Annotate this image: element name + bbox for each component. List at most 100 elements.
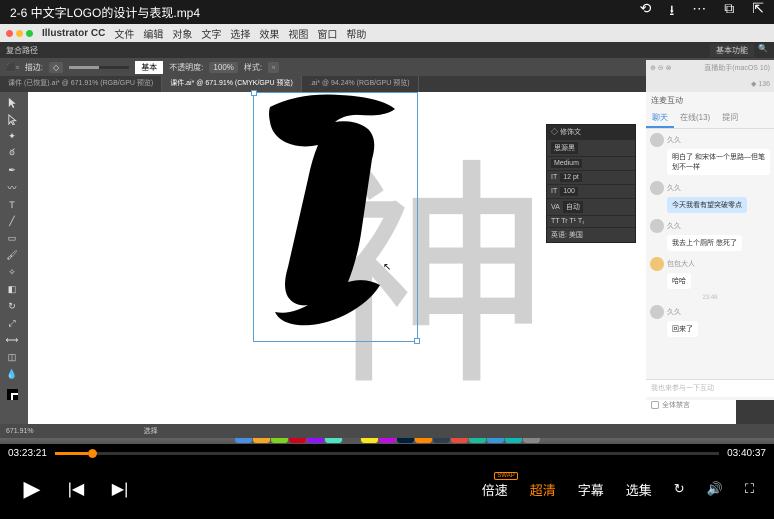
avatar bbox=[650, 133, 664, 147]
lasso-tool[interactable]: ఠ bbox=[0, 145, 24, 162]
menu-help[interactable]: 帮助 bbox=[346, 26, 366, 41]
player-controls: ▶ |◀ ▶| SWAP 倍速 超清 字幕 选集 ↻ 🔊 ⛶ bbox=[0, 462, 774, 516]
tracking-value[interactable]: 自动 bbox=[563, 201, 583, 213]
menu-object[interactable]: 对象 bbox=[172, 26, 192, 41]
episodes-button[interactable]: 选集 bbox=[626, 480, 652, 499]
subtitle-button[interactable]: 字幕 bbox=[578, 480, 604, 499]
font-weight[interactable]: Medium bbox=[551, 159, 582, 168]
mute-all-checkbox[interactable] bbox=[651, 401, 659, 409]
workspace-dropdown[interactable]: 基本功能 bbox=[710, 44, 754, 57]
direct-selection-tool[interactable] bbox=[0, 111, 24, 128]
current-time: 03:23:21 bbox=[8, 448, 47, 459]
message-timestamp: 23:48 bbox=[650, 295, 770, 301]
leading-value[interactable]: 100 bbox=[560, 187, 578, 196]
magic-wand-tool[interactable]: ✦ bbox=[0, 128, 24, 145]
close-dot[interactable] bbox=[6, 30, 13, 37]
stroke-label: 描边: bbox=[25, 62, 43, 73]
chat-message: 包包大人 哈哈 bbox=[650, 257, 770, 289]
opacity-label: 不透明度: bbox=[169, 62, 203, 73]
progress-fill bbox=[55, 452, 88, 455]
chat-panel: ⊕ ⊖ ⊗ 直播助手(macOS 10) ◆ 136 连麦互动 聊天 在线(13… bbox=[646, 60, 774, 400]
stroke-slider[interactable] bbox=[69, 66, 129, 69]
no-selection-label: ⬛▫ bbox=[6, 63, 19, 72]
menu-window[interactable]: 窗口 bbox=[317, 26, 337, 41]
selection-tool[interactable] bbox=[0, 94, 24, 111]
maximize-dot[interactable] bbox=[26, 30, 33, 37]
brush-tool[interactable]: 🖌 bbox=[0, 247, 24, 264]
prev-button[interactable]: |◀ bbox=[64, 479, 88, 499]
progress-bar[interactable] bbox=[55, 452, 719, 455]
app-name: Illustrator CC bbox=[42, 28, 105, 39]
gradient-tool[interactable]: ◫ bbox=[0, 349, 24, 366]
message-text: 明白了 和宋体一个思路—但笔划不一样 bbox=[667, 149, 770, 175]
language-select[interactable]: 英语: 美国 bbox=[551, 230, 583, 240]
speed-button[interactable]: SWAP 倍速 bbox=[482, 480, 508, 499]
progress-handle[interactable] bbox=[88, 449, 97, 458]
scale-tool[interactable]: ⤢ bbox=[0, 315, 24, 332]
eraser-tool[interactable]: ◧ bbox=[0, 281, 24, 298]
menu-select[interactable]: 选择 bbox=[230, 26, 250, 41]
cursor-icon: ↖ bbox=[383, 262, 391, 273]
chat-input[interactable]: 我也来参与一下互动 bbox=[646, 379, 774, 397]
avatar bbox=[650, 219, 664, 233]
panel-title[interactable]: ◇ 修饰文 bbox=[547, 125, 635, 139]
avatar bbox=[650, 305, 664, 319]
chat-message: 久久 明白了 和宋体一个思路—但笔划不一样 bbox=[650, 133, 770, 175]
fill-stroke-swatch[interactable] bbox=[0, 383, 24, 405]
chat-header-title: 直播助手(macOS 10) bbox=[704, 63, 770, 73]
quality-button[interactable]: 超清 bbox=[530, 480, 556, 499]
chat-tab-chat[interactable]: 聊天 bbox=[646, 109, 674, 128]
play-button[interactable]: ▶ bbox=[20, 476, 44, 502]
rectangle-tool[interactable]: ▭ bbox=[0, 230, 24, 247]
chat-tab-online[interactable]: 在线(13) bbox=[674, 109, 716, 128]
path-type-label: 复合路径 bbox=[6, 45, 38, 56]
stroke-weight[interactable]: ◇ bbox=[49, 62, 63, 73]
mac-menubar: Illustrator CC 文件 编辑 对象 文字 选择 效果 视图 窗口 帮… bbox=[0, 24, 774, 42]
tab-0[interactable]: 课件 (已恢复).ai* @ 671.91% (RGB/GPU 预览) bbox=[0, 76, 162, 92]
menu-view[interactable]: 视图 bbox=[288, 26, 308, 41]
menu-file[interactable]: 文件 bbox=[114, 26, 134, 41]
fullscreen-icon[interactable]: ⛶ bbox=[745, 481, 754, 497]
style-dropdown[interactable]: ▫ bbox=[268, 62, 279, 73]
menu-effect[interactable]: 效果 bbox=[259, 26, 279, 41]
font-size[interactable]: 12 pt bbox=[560, 173, 582, 182]
message-text: 我去上个厕所 憋死了 bbox=[667, 235, 742, 251]
line-tool[interactable]: ╱ bbox=[0, 213, 24, 230]
viewer-count: ◆ 136 bbox=[751, 80, 770, 88]
current-tool-label: 选择 bbox=[144, 426, 158, 436]
shaper-tool[interactable]: ✧ bbox=[0, 264, 24, 281]
rotate-tool[interactable]: ↻ bbox=[0, 298, 24, 315]
eyedropper-tool[interactable]: 💧 bbox=[0, 366, 24, 383]
chat-tab-qa[interactable]: 提问 bbox=[716, 109, 744, 128]
curvature-tool[interactable]: 〰 bbox=[0, 179, 24, 196]
style-label: 样式: bbox=[244, 62, 262, 73]
share-icon[interactable]: ⟲ bbox=[640, 0, 652, 24]
collapse-icon[interactable]: ⇱ bbox=[752, 0, 764, 24]
font-family[interactable]: 思源黑 bbox=[551, 142, 578, 154]
minimize-dot[interactable] bbox=[16, 30, 23, 37]
opacity-value[interactable]: 100% bbox=[209, 62, 237, 73]
message-text: 哈哈 bbox=[667, 273, 691, 289]
download-icon[interactable]: ⭳ bbox=[669, 0, 674, 24]
volume-icon[interactable]: 🔊 bbox=[707, 481, 723, 497]
pip-icon[interactable]: ⧉ bbox=[724, 0, 734, 24]
brush-basic[interactable]: 基本 bbox=[135, 61, 163, 74]
app-screenshot-area: Illustrator CC 文件 编辑 对象 文字 选择 效果 视图 窗口 帮… bbox=[0, 24, 774, 424]
character-panel[interactable]: ◇ 修饰文 思源黑 Medium IT 12 pt IT 100 VA 自动 T… bbox=[546, 124, 636, 243]
width-tool[interactable]: ⟷ bbox=[0, 332, 24, 349]
progress-bar-area: 03:23:21 03:40:37 bbox=[0, 444, 774, 462]
menu-type[interactable]: 文字 bbox=[201, 26, 221, 41]
zoom-level[interactable]: 671.91% bbox=[6, 428, 34, 435]
search-icon[interactable]: 🔍 bbox=[758, 44, 768, 57]
menu-edit[interactable]: 编辑 bbox=[143, 26, 163, 41]
chat-messages[interactable]: 久久 明白了 和宋体一个思路—但笔划不一样 久久 今天我看有望突破零点 久久 我… bbox=[646, 129, 774, 379]
type-tool[interactable]: T bbox=[0, 196, 24, 213]
selection-bounding-box[interactable] bbox=[253, 92, 418, 342]
next-button[interactable]: ▶| bbox=[108, 479, 132, 499]
chat-header: ⊕ ⊖ ⊗ 直播助手(macOS 10) bbox=[646, 60, 774, 76]
more-icon[interactable]: ⋯ bbox=[692, 0, 706, 24]
swap-badge: SWAP bbox=[494, 472, 517, 480]
pen-tool[interactable]: ✒ bbox=[0, 162, 24, 179]
message-text: 回来了 bbox=[667, 321, 698, 337]
loop-icon[interactable]: ↻ bbox=[674, 481, 685, 497]
